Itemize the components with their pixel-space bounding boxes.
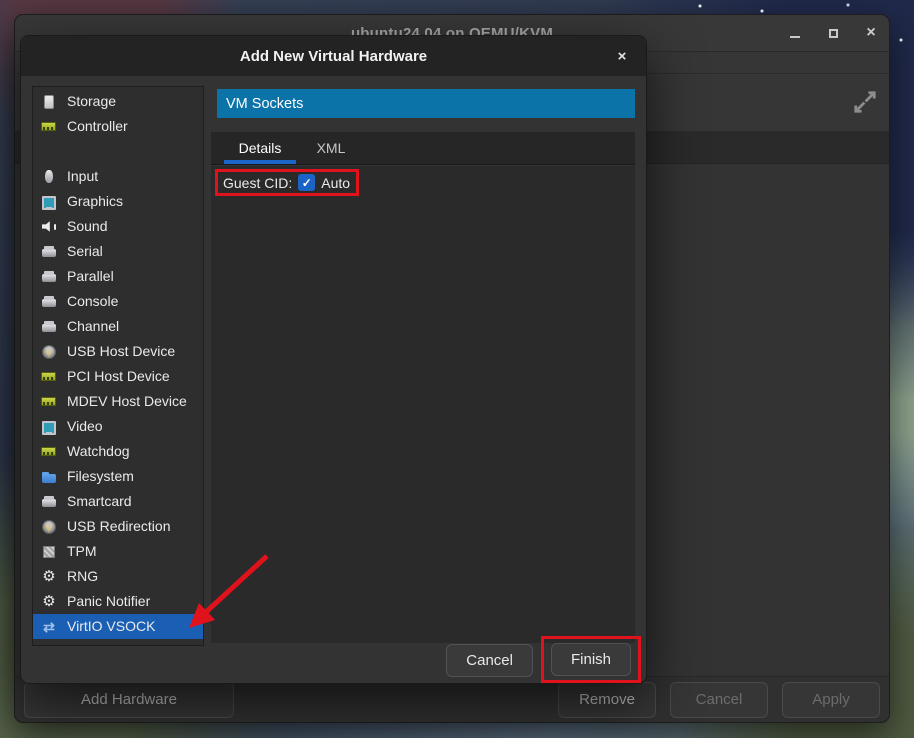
port-icon bbox=[41, 494, 57, 510]
monitor-icon bbox=[41, 194, 57, 210]
port-icon bbox=[41, 319, 57, 335]
minimize-icon[interactable] bbox=[783, 21, 807, 45]
sidebar-item-tpm[interactable]: TPM bbox=[33, 539, 203, 564]
fullscreen-expand-icon[interactable] bbox=[850, 87, 880, 117]
port-icon bbox=[41, 269, 57, 285]
port-icon bbox=[41, 244, 57, 260]
panel-content: Guest CID: ✓ Auto bbox=[211, 166, 635, 643]
mouse-icon bbox=[41, 169, 57, 185]
auto-checkbox-label: Auto bbox=[321, 175, 350, 191]
usb-icon: ψ bbox=[41, 519, 57, 535]
panel-header: VM Sockets bbox=[217, 89, 635, 118]
remove-button[interactable]: Remove bbox=[558, 682, 656, 718]
gear-icon: ⚙ bbox=[41, 594, 57, 610]
sidebar-item-spacer bbox=[33, 139, 203, 164]
card-icon bbox=[41, 444, 57, 460]
sidebar-item-controller[interactable]: Controller bbox=[33, 114, 203, 139]
dialog-titlebar[interactable]: Add New Virtual Hardware × bbox=[21, 36, 646, 76]
sidebar-item-parallel[interactable]: Parallel bbox=[33, 264, 203, 289]
sidebar-item-filesystem[interactable]: Filesystem bbox=[33, 464, 203, 489]
sidebar-item-video[interactable]: Video bbox=[33, 414, 203, 439]
chip-icon bbox=[41, 544, 57, 560]
guest-cid-row-annotation: Guest CID: ✓ Auto bbox=[215, 169, 359, 196]
port-icon bbox=[41, 294, 57, 310]
sidebar-item-serial[interactable]: Serial bbox=[33, 239, 203, 264]
tab-bar: Details XML bbox=[211, 132, 635, 165]
dialog-title: Add New Virtual Hardware bbox=[240, 48, 427, 65]
sidebar-item-watchdog[interactable]: Watchdog bbox=[33, 439, 203, 464]
sidebar-item-input[interactable]: Input bbox=[33, 164, 203, 189]
sidebar-item-sound[interactable]: Sound bbox=[33, 214, 203, 239]
folder-icon bbox=[41, 469, 57, 485]
sidebar-item-graphics[interactable]: Graphics bbox=[33, 189, 203, 214]
sidebar-item-panic-notifier[interactable]: ⚙ Panic Notifier bbox=[33, 589, 203, 614]
finish-button-annotation: Finish bbox=[541, 636, 641, 683]
dialog-close-icon[interactable]: × bbox=[609, 36, 635, 76]
cancel-button: Cancel bbox=[670, 682, 768, 718]
card-icon bbox=[41, 369, 57, 385]
card-icon bbox=[41, 119, 57, 135]
vsock-icon: ⇄ bbox=[41, 619, 57, 635]
sidebar-item-smartcard[interactable]: Smartcard bbox=[33, 489, 203, 514]
gear-icon: ⚙ bbox=[41, 569, 57, 585]
monitor-icon bbox=[41, 419, 57, 435]
close-icon[interactable]: × bbox=[859, 21, 883, 45]
finish-button[interactable]: Finish bbox=[551, 643, 631, 676]
maximize-icon[interactable] bbox=[821, 21, 845, 45]
add-hardware-button[interactable]: Add Hardware bbox=[24, 682, 234, 718]
sidebar-list: Storage Controller Input Graphics Sound … bbox=[32, 86, 204, 646]
card-icon bbox=[41, 394, 57, 410]
sidebar-item-console[interactable]: Console bbox=[33, 289, 203, 314]
sidebar-item-virtio-vsock[interactable]: ⇄ VirtIO VSOCK bbox=[33, 614, 203, 639]
sidebar-item-usb-host-device[interactable]: ψ USB Host Device bbox=[33, 339, 203, 364]
panel-header-label: VM Sockets bbox=[226, 96, 303, 112]
sidebar-item-usb-redirection[interactable]: ψ USB Redirection bbox=[33, 514, 203, 539]
sidebar-item-storage[interactable]: Storage bbox=[33, 89, 203, 114]
sidebar-item-rng[interactable]: ⚙ RNG bbox=[33, 564, 203, 589]
sidebar-item-mdev-host-device[interactable]: MDEV Host Device bbox=[33, 389, 203, 414]
usb-icon: ψ bbox=[41, 344, 57, 360]
tab-details[interactable]: Details bbox=[224, 132, 296, 164]
add-hardware-dialog: Add New Virtual Hardware × Storage Contr… bbox=[20, 35, 647, 684]
dialog-actions: Cancel Finish bbox=[21, 637, 646, 683]
guest-cid-label: Guest CID: bbox=[223, 175, 292, 191]
window-controls: × bbox=[783, 15, 883, 51]
apply-button: Apply bbox=[782, 682, 880, 718]
speaker-icon bbox=[41, 219, 57, 235]
sidebar-item-pci-host-device[interactable]: PCI Host Device bbox=[33, 364, 203, 389]
sidebar-item-channel[interactable]: Channel bbox=[33, 314, 203, 339]
auto-checkbox[interactable]: ✓ bbox=[298, 174, 315, 191]
tab-xml[interactable]: XML bbox=[306, 132, 356, 164]
disk-icon bbox=[41, 94, 57, 110]
cancel-button[interactable]: Cancel bbox=[446, 644, 533, 677]
